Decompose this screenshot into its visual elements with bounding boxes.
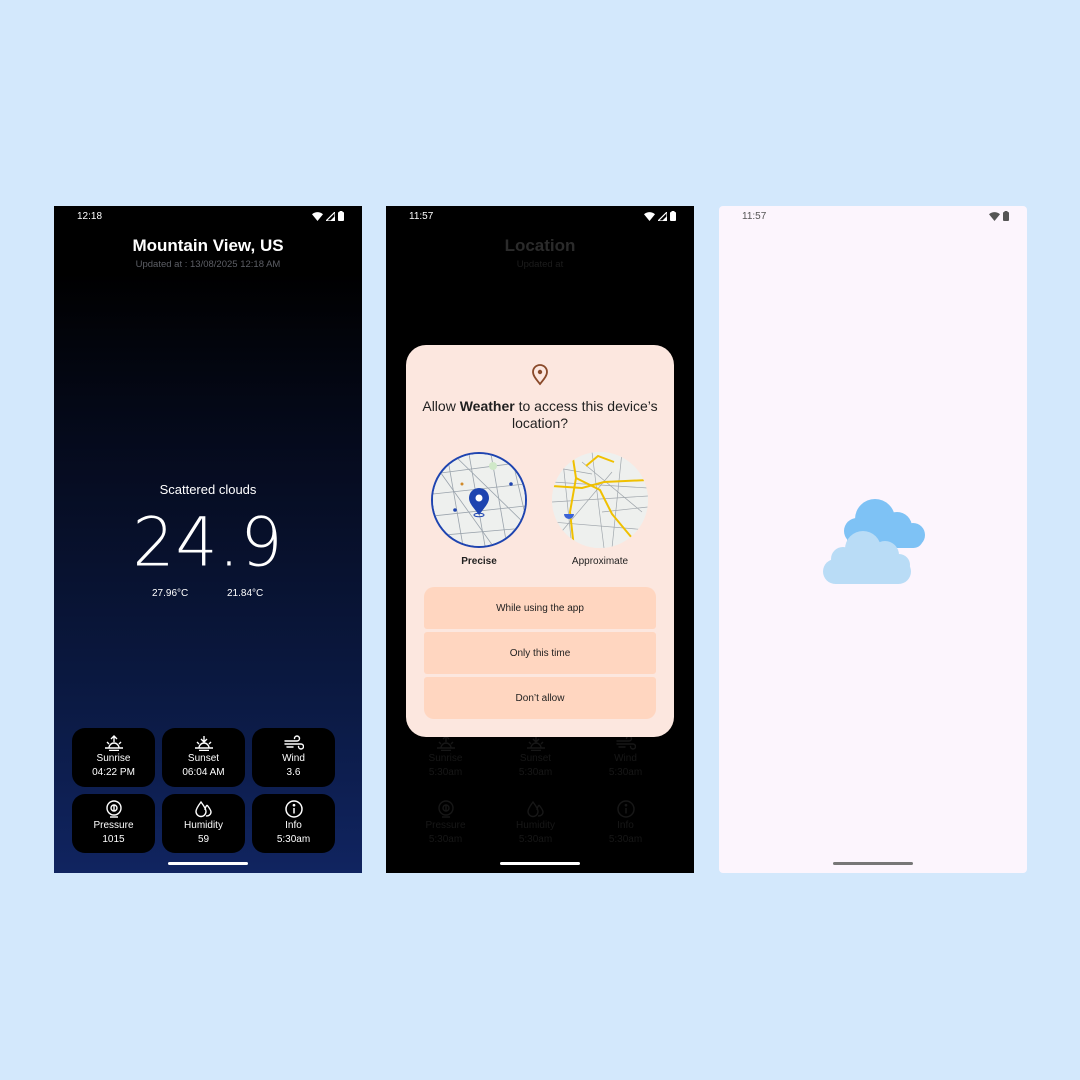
sunset-tile[interactable]: Sunset 06:04 AM xyxy=(162,728,245,787)
pressure-tile[interactable]: Pressure 1015 xyxy=(72,794,155,853)
tile-value: 5:30am xyxy=(518,767,553,778)
while-using-app-button[interactable]: While using the app xyxy=(424,587,656,629)
pressure-icon xyxy=(105,800,122,818)
status-time: 11:57 xyxy=(742,211,767,222)
tile-label: Humidity xyxy=(184,820,223,831)
tile-value: 5:30am xyxy=(608,834,643,845)
battery-icon xyxy=(1003,211,1009,221)
current-temperature: 24.9 xyxy=(132,502,284,583)
tile-label: Info xyxy=(285,820,302,831)
info-tile[interactable]: Info 5:30am xyxy=(584,794,667,853)
tile-value: 59 xyxy=(197,834,210,845)
tile-label: Humidity xyxy=(516,820,555,831)
sunset-icon xyxy=(526,736,545,751)
tile-label: Sunrise xyxy=(96,753,131,764)
weather-details-grid: Sunrise 5:30am Sunset 5:30am Wind 5:30am… xyxy=(404,728,668,853)
tile-label: Info xyxy=(617,820,634,831)
sunrise-tile[interactable]: Sunrise 04:22 PM xyxy=(72,728,155,787)
tile-value: 06:04 AM xyxy=(182,767,225,778)
approximate-label: Approximate xyxy=(571,556,629,567)
tile-value: 5:30am xyxy=(608,767,643,778)
humidity-icon xyxy=(194,800,212,818)
signal-icon xyxy=(658,211,667,221)
sunrise-icon xyxy=(436,735,455,751)
dialog-title: Allow Weather to access this device’s lo… xyxy=(422,398,658,431)
updated-timestamp: Updated at xyxy=(516,259,564,270)
tile-value: 5:30am xyxy=(428,834,463,845)
location-permission-dialog: Allow Weather to access this device’s lo… xyxy=(406,345,674,737)
tile-value: 3.6 xyxy=(286,767,301,778)
precise-map-image xyxy=(433,454,525,546)
tile-label: Pressure xyxy=(425,820,466,831)
precise-label: Precise xyxy=(461,556,497,567)
tile-label: Pressure xyxy=(93,820,134,831)
wind-icon xyxy=(615,735,636,750)
wifi-icon xyxy=(644,211,655,221)
tile-value: 1015 xyxy=(102,834,125,845)
splash-screen: 11:57 xyxy=(719,206,1027,873)
weather-condition: Scattered clouds xyxy=(159,482,257,497)
only-this-time-button[interactable]: Only this time xyxy=(424,632,656,674)
temp-min: 27.96°C xyxy=(152,588,189,599)
home-indicator[interactable] xyxy=(500,862,580,865)
tile-value: 5:30am xyxy=(276,834,311,845)
wind-tile[interactable]: Wind 3.6 xyxy=(252,728,335,787)
tile-label: Sunrise xyxy=(428,753,463,764)
city-name: Location xyxy=(504,236,576,255)
tile-label: Sunset xyxy=(187,753,220,764)
status-time: 11:57 xyxy=(409,211,434,222)
pressure-icon xyxy=(437,800,454,818)
tile-label: Sunset xyxy=(519,753,552,764)
sunrise-icon xyxy=(104,735,123,751)
home-indicator[interactable] xyxy=(168,862,248,865)
info-icon xyxy=(284,800,303,818)
approximate-map-image xyxy=(552,452,648,548)
tile-value: 04:22 PM xyxy=(92,767,135,778)
precise-location-option[interactable] xyxy=(431,452,527,548)
weather-details-grid: Sunrise 04:22 PM Sunset 06:04 AM Wind 3.… xyxy=(72,728,336,853)
approximate-location-option[interactable] xyxy=(552,452,648,548)
cloud-icon xyxy=(823,499,925,584)
updated-timestamp: Updated at : 13/08/2025 12:18 AM xyxy=(135,259,281,270)
info-tile[interactable]: Info 5:30am xyxy=(252,794,335,853)
humidity-icon xyxy=(526,800,544,818)
pressure-tile[interactable]: Pressure 5:30am xyxy=(404,794,487,853)
status-bar: 11:57 xyxy=(719,210,1027,228)
location-pin-icon xyxy=(532,364,548,386)
status-bar: 11:57 xyxy=(386,210,694,228)
temp-max: 21.84°C xyxy=(227,588,264,599)
sunset-icon xyxy=(194,736,213,751)
humidity-tile[interactable]: Humidity 5:30am xyxy=(494,794,577,853)
battery-icon xyxy=(670,211,676,221)
tile-label: Wind xyxy=(282,753,305,764)
city-name: Mountain View, US xyxy=(132,236,284,255)
wifi-icon xyxy=(989,211,1000,221)
home-indicator[interactable] xyxy=(833,862,913,865)
status-bar: 12:18 xyxy=(54,210,362,228)
wifi-icon xyxy=(312,211,323,221)
app-name: Weather xyxy=(459,398,515,414)
tile-label: Wind xyxy=(614,753,637,764)
tile-value: 5:30am xyxy=(428,767,463,778)
wind-icon xyxy=(283,735,304,750)
humidity-tile[interactable]: Humidity 59 xyxy=(162,794,245,853)
status-time: 12:18 xyxy=(77,211,103,222)
dont-allow-button[interactable]: Don’t allow xyxy=(424,677,656,719)
permission-screen: 11:57 Location Updated at Sunrise 5:30am… xyxy=(386,206,694,873)
weather-screen: 12:18 Mountain View, US Updated at : 13/… xyxy=(54,206,362,873)
tile-value: 5:30am xyxy=(518,834,553,845)
signal-icon xyxy=(326,211,335,221)
battery-icon xyxy=(338,211,344,221)
info-icon xyxy=(616,800,635,818)
